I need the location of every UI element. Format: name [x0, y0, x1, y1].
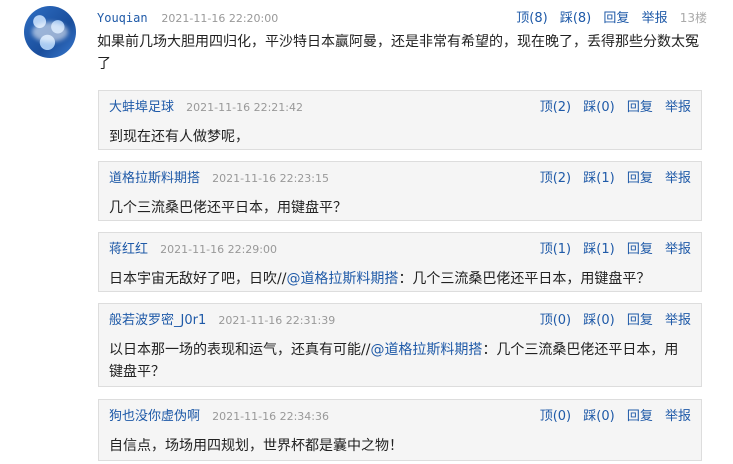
report-button[interactable]: 举报 [642, 11, 668, 26]
reply-header: 大蚌埠足球 2021-11-16 22:21:42 顶(2) 踩(0) 回复 举… [109, 99, 691, 117]
reply-actions: 顶(0) 踩(0) 回复 举报 [540, 408, 691, 426]
reply-box: 道格拉斯料期搭 2021-11-16 22:23:15 顶(2) 踩(1) 回复… [98, 161, 702, 221]
reply-text: 自信点，场场用四规划，世界杯都是囊中之物！ [109, 435, 687, 457]
reply-box: 般若波罗密_J0r1 2021-11-16 22:31:39 顶(0) 踩(0)… [98, 303, 702, 387]
reply-text: 日本宇宙无敌好了吧，日吹//@道格拉斯料期搭：几个三流桑巴佬还平日本，用键盘平？ [109, 268, 687, 290]
report-button[interactable]: 举报 [665, 242, 691, 257]
report-button[interactable]: 举报 [665, 171, 691, 186]
reply-text: 以日本那一场的表现和运气，还真有可能//@道格拉斯料期搭：几个三流桑巴佬还平日本… [109, 339, 687, 383]
mention-link[interactable]: @道格拉斯料期搭 [370, 342, 482, 358]
reply-text-body: 自信点，场场用四规划，世界杯都是囊中之物！ [109, 438, 403, 454]
main-comment-text: 如果前几场大胆用四归化，平沙特日本赢阿曼，还是非常有希望的，现在晚了，丢得那些分… [97, 34, 699, 72]
reply-actions: 顶(2) 踩(0) 回复 举报 [540, 99, 691, 117]
reply-username[interactable]: 蒋红红 [109, 242, 148, 257]
reply-text-body: 到现在还有人做梦呢， [109, 129, 249, 145]
upvote-button[interactable]: 顶(1) [540, 242, 571, 257]
main-comment-actions: 顶(8) 踩(8) 回复 举报 13楼 [516, 9, 707, 28]
upvote-button[interactable]: 顶(2) [540, 171, 571, 186]
reply-actions: 顶(1) 踩(1) 回复 举报 [540, 241, 691, 259]
reply-box: 大蚌埠足球 2021-11-16 22:21:42 顶(2) 踩(0) 回复 举… [98, 90, 702, 150]
downvote-button[interactable]: 踩(0) [583, 409, 614, 424]
reply-header: 般若波罗密_J0r1 2021-11-16 22:31:39 顶(0) 踩(0)… [109, 312, 691, 330]
floor-number: 13楼 [679, 11, 707, 25]
mention-link[interactable]: @道格拉斯料期搭 [286, 271, 398, 287]
reply-box: 狗也没你虚伪啊 2021-11-16 22:34:36 顶(0) 踩(0) 回复… [98, 399, 702, 461]
report-button[interactable]: 举报 [665, 313, 691, 328]
reply-timestamp: 2021-11-16 22:31:39 [218, 314, 336, 327]
reply-text-body: 日本宇宙无敌好了吧，日吹// [109, 271, 287, 287]
downvote-button[interactable]: 踩(1) [583, 242, 614, 257]
reply-actions: 顶(2) 踩(1) 回复 举报 [540, 170, 691, 188]
reply-header: 蒋红红 2021-11-16 22:29:00 顶(1) 踩(1) 回复 举报 [109, 241, 691, 259]
downvote-button[interactable]: 踩(0) [583, 100, 614, 115]
main-comment-header: Youqian 2021-11-16 22:20:00 顶(8) 踩(8) 回复… [97, 9, 707, 27]
reply-timestamp: 2021-11-16 22:34:36 [212, 410, 329, 423]
reply-actions: 顶(0) 踩(0) 回复 举报 [540, 312, 691, 330]
reply-button[interactable]: 回复 [627, 242, 653, 257]
reply-header: 狗也没你虚伪啊 2021-11-16 22:34:36 顶(0) 踩(0) 回复… [109, 408, 691, 426]
report-button[interactable]: 举报 [665, 409, 691, 424]
reply-text-quote: ：几个三流桑巴佬还平日本，用键盘平？ [398, 271, 651, 287]
reply-text: 几个三流桑巴佬还平日本，用键盘平？ [109, 197, 687, 219]
reply-button[interactable]: 回复 [627, 313, 653, 328]
upvote-button[interactable]: 顶(8) [516, 11, 547, 26]
downvote-button[interactable]: 踩(8) [560, 11, 591, 26]
reply-button[interactable]: 回复 [603, 11, 629, 26]
reply-username[interactable]: 狗也没你虚伪啊 [109, 409, 200, 424]
user-avatar[interactable] [24, 6, 76, 58]
reply-timestamp: 2021-11-16 22:29:00 [160, 243, 277, 256]
reply-username[interactable]: 道格拉斯料期搭 [109, 171, 200, 186]
reply-timestamp: 2021-11-16 22:23:15 [212, 172, 329, 185]
reply-header: 道格拉斯料期搭 2021-11-16 22:23:15 顶(2) 踩(1) 回复… [109, 170, 691, 188]
reply-username[interactable]: 大蚌埠足球 [109, 100, 174, 115]
reply-box: 蒋红红 2021-11-16 22:29:00 顶(1) 踩(1) 回复 举报 … [98, 232, 702, 292]
reply-button[interactable]: 回复 [627, 100, 653, 115]
upvote-button[interactable]: 顶(2) [540, 100, 571, 115]
upvote-button[interactable]: 顶(0) [540, 313, 571, 328]
reply-button[interactable]: 回复 [627, 171, 653, 186]
main-comment-timestamp: 2021-11-16 22:20:00 [161, 12, 279, 25]
downvote-button[interactable]: 踩(0) [583, 313, 614, 328]
main-comment-username[interactable]: Youqian [97, 11, 148, 25]
reply-timestamp: 2021-11-16 22:21:42 [186, 101, 303, 114]
reply-button[interactable]: 回复 [627, 409, 653, 424]
reply-text-body: 几个三流桑巴佬还平日本，用键盘平？ [109, 200, 347, 216]
upvote-button[interactable]: 顶(0) [540, 409, 571, 424]
reply-text: 到现在还有人做梦呢， [109, 126, 687, 148]
reply-username[interactable]: 般若波罗密_J0r1 [109, 313, 206, 328]
downvote-button[interactable]: 踩(1) [583, 171, 614, 186]
reply-text-body: 以日本那一场的表现和运气，还真有可能// [109, 342, 371, 358]
report-button[interactable]: 举报 [665, 100, 691, 115]
